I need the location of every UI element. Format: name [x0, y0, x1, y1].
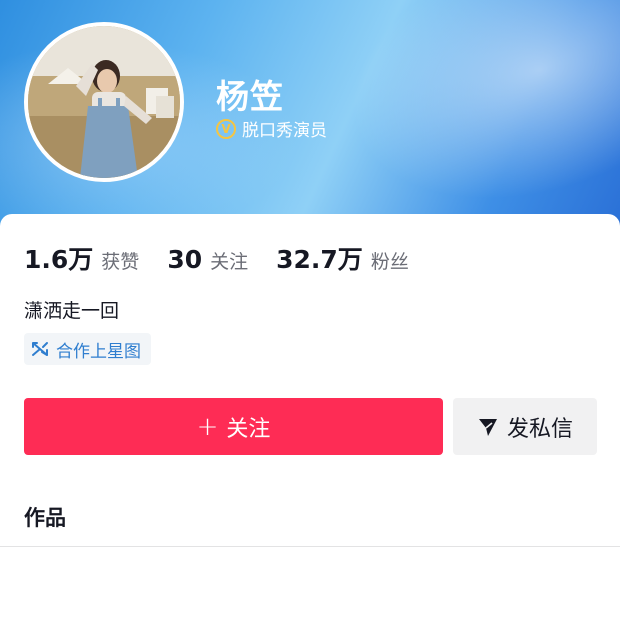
- verified-badge-icon: V: [216, 118, 236, 139]
- verification-label: 脱口秀演员: [242, 121, 327, 141]
- stat-followers[interactable]: 32.7万 粉丝: [276, 240, 409, 276]
- star-map-tag-label: 合作上星图: [56, 341, 141, 362]
- stat-following[interactable]: 30 关注: [167, 245, 248, 274]
- stat-label: 获赞: [101, 251, 140, 273]
- send-icon: [478, 418, 497, 436]
- star-map-icon: [32, 342, 48, 356]
- stat-label: 粉丝: [370, 251, 409, 273]
- profile-name: 杨笠: [216, 77, 284, 116]
- follow-button[interactable]: + 关注: [24, 398, 443, 455]
- avatar-photo: [28, 26, 180, 178]
- banner-glow: [300, 0, 620, 240]
- stat-value: 1.6万: [24, 245, 94, 274]
- profile-bio: 潇洒走一回: [24, 300, 120, 322]
- send-message-label: 发私信: [506, 416, 573, 442]
- send-message-button[interactable]: 发私信: [453, 398, 597, 455]
- profile-card: 1.6万 获赞 30 关注 32.7万 粉丝 潇洒走一回 合作上星图 + 关注 …: [0, 214, 620, 619]
- stat-label: 关注: [210, 251, 249, 273]
- stats-row: 1.6万 获赞 30 关注 32.7万 粉丝: [24, 240, 437, 276]
- follow-button-label: 关注: [226, 416, 271, 442]
- avatar[interactable]: [24, 22, 184, 182]
- stat-value: 30: [167, 245, 203, 274]
- star-map-tag[interactable]: 合作上星图: [24, 333, 151, 365]
- plus-icon: +: [196, 411, 219, 442]
- tab-works[interactable]: 作品: [24, 502, 66, 532]
- profile-header-banner: 杨笠 V 脱口秀演员: [0, 0, 620, 240]
- stat-likes[interactable]: 1.6万 获赞: [24, 240, 139, 276]
- tab-divider: [0, 546, 620, 547]
- stat-value: 32.7万: [276, 245, 363, 274]
- verification-row: V 脱口秀演员: [216, 116, 327, 141]
